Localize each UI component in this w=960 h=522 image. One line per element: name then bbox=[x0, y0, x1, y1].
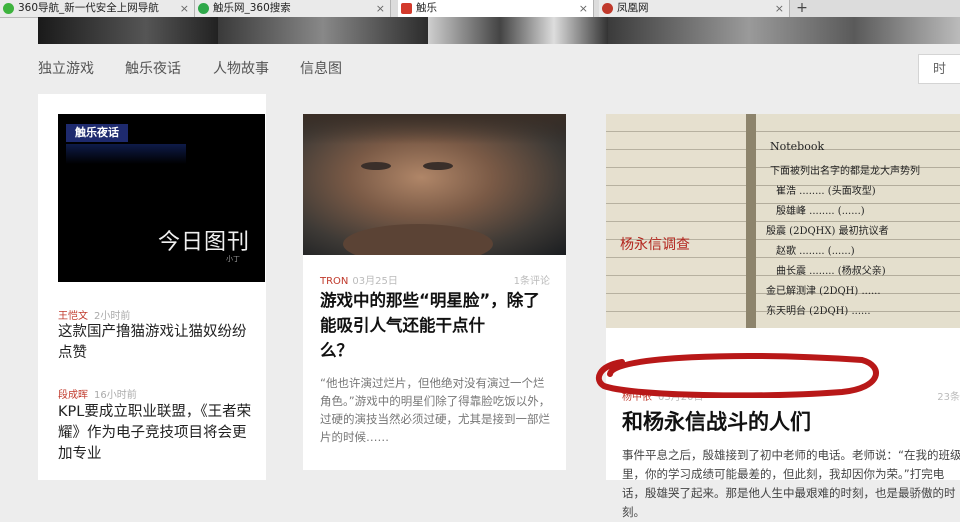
night-talk-badge: 触乐夜话 bbox=[66, 124, 128, 142]
notebook-image: Notebook 下面被列出名字的都是龙大声势列 崔浩 ........ (头面… bbox=[606, 114, 960, 328]
close-icon[interactable]: × bbox=[180, 0, 189, 17]
city-skyline-image bbox=[66, 144, 186, 164]
hero-image bbox=[38, 17, 218, 44]
article-title-link[interactable]: 和杨永信战斗的人们 bbox=[622, 406, 811, 436]
red-handwritten-note: 杨永信调查 bbox=[620, 237, 690, 253]
new-tab-button[interactable]: + bbox=[793, 0, 811, 17]
tab-360-nav[interactable]: 360导航_新一代安全上网导航 × bbox=[0, 0, 195, 17]
author-link[interactable]: 段成晖 bbox=[58, 390, 88, 401]
article-meta: 王恺文 2小时前 bbox=[58, 307, 130, 322]
article-title-link[interactable]: 这款国产撸猫游戏让猫奴纷纷点赞 bbox=[58, 322, 258, 364]
title-text: 游戏中的那些“明星脸”，除了能吸引人气还能干点什 bbox=[320, 291, 540, 335]
nav-item-infographic[interactable]: 信息图 bbox=[300, 58, 342, 78]
comment-count[interactable]: 23条 bbox=[937, 388, 960, 403]
tab-chuapp[interactable]: 触乐 × bbox=[398, 0, 594, 18]
author-link[interactable]: 杨中依 bbox=[622, 392, 652, 403]
article-card[interactable]: Notebook 下面被列出名字的都是龙大声势列 崔浩 ........ (头面… bbox=[606, 114, 960, 519]
article-meta: TRON 03月25日 bbox=[320, 272, 398, 287]
search-engine-icon bbox=[198, 3, 209, 14]
tab-label: 凤凰网 bbox=[617, 2, 649, 14]
browser-tab-bar: 360导航_新一代安全上网导航 × 触乐网_360搜索 × 触乐 × 凤凰网 ×… bbox=[0, 0, 960, 18]
nav-item-night-talk[interactable]: 触乐夜话 bbox=[125, 58, 181, 78]
nav-item-indie[interactable]: 独立游戏 bbox=[38, 58, 94, 78]
article-excerpt: 事件平息之后，殷雄接到了初中老师的电话。老师说：“在我的班级里，你的学习成绩可能… bbox=[622, 448, 960, 519]
nav-item-stories[interactable]: 人物故事 bbox=[213, 58, 269, 78]
hero-image bbox=[218, 17, 428, 44]
timestamp: 03月25日 bbox=[352, 276, 398, 287]
feature-thumbnail[interactable]: 触乐夜话 今日图刊 小丁 bbox=[58, 114, 265, 282]
hero-image bbox=[608, 17, 960, 44]
tab-label: 触乐 bbox=[416, 2, 437, 14]
article-meta: 段成晖 16小时前 bbox=[58, 386, 137, 401]
page-content: 独立游戏 触乐夜话 人物故事 信息图 时 触乐夜话 今日图刊 小丁 王恺文 2小时… bbox=[0, 44, 960, 519]
tab-ifeng[interactable]: 凤凰网 × bbox=[599, 0, 790, 17]
time-filter-button[interactable]: 时 bbox=[918, 54, 960, 84]
thumb-script-text: 今日图刊 bbox=[158, 230, 251, 255]
tab-label: 360导航_新一代安全上网导航 bbox=[18, 2, 159, 14]
left-column: 触乐夜话 今日图刊 小丁 王恺文 2小时前 这款国产撸猫游戏让猫奴纷纷点赞 段成晖… bbox=[38, 94, 266, 480]
article-title-link[interactable]: 游戏中的那些“明星脸”，除了能吸引人气还能干点什 么？ bbox=[320, 288, 552, 363]
notebook-heading: Notebook bbox=[770, 140, 825, 153]
actor-face-image bbox=[303, 114, 566, 255]
article-meta: 杨中依 03月20日 bbox=[622, 388, 703, 403]
timestamp: 16小时前 bbox=[94, 390, 137, 401]
author-link[interactable]: 王恺文 bbox=[58, 311, 88, 322]
article-excerpt: “他也许演过烂片，但他绝对没有演过一个烂角色。”游戏中的明星们除了得靠脸吃饭以外… bbox=[320, 376, 551, 444]
hero-image bbox=[428, 17, 608, 44]
timestamp: 2小时前 bbox=[94, 311, 131, 322]
close-icon[interactable]: × bbox=[376, 0, 385, 17]
close-icon[interactable]: × bbox=[775, 0, 784, 17]
close-icon[interactable]: × bbox=[579, 0, 588, 17]
ifeng-icon bbox=[602, 3, 613, 14]
tab-label: 触乐网_360搜索 bbox=[213, 2, 291, 14]
title-text-cont: 么？ bbox=[320, 341, 353, 360]
comment-count[interactable]: 1条评论 bbox=[514, 272, 550, 287]
360-icon bbox=[3, 3, 14, 14]
article-title-link[interactable]: KPL要成立职业联盟，《王者荣耀》作为电子竞技项目将会更加专业 bbox=[58, 402, 258, 465]
tab-search[interactable]: 触乐网_360搜索 × bbox=[195, 0, 391, 17]
timestamp: 03月20日 bbox=[658, 392, 704, 403]
article-card[interactable]: TRON 03月25日 1条评论 游戏中的那些“明星脸”，除了能吸引人气还能干点什… bbox=[303, 114, 566, 470]
thumb-signature: 小丁 bbox=[226, 255, 240, 263]
chuapp-icon bbox=[401, 3, 412, 14]
author-link[interactable]: TRON bbox=[320, 276, 348, 287]
hero-banner[interactable] bbox=[38, 17, 960, 44]
